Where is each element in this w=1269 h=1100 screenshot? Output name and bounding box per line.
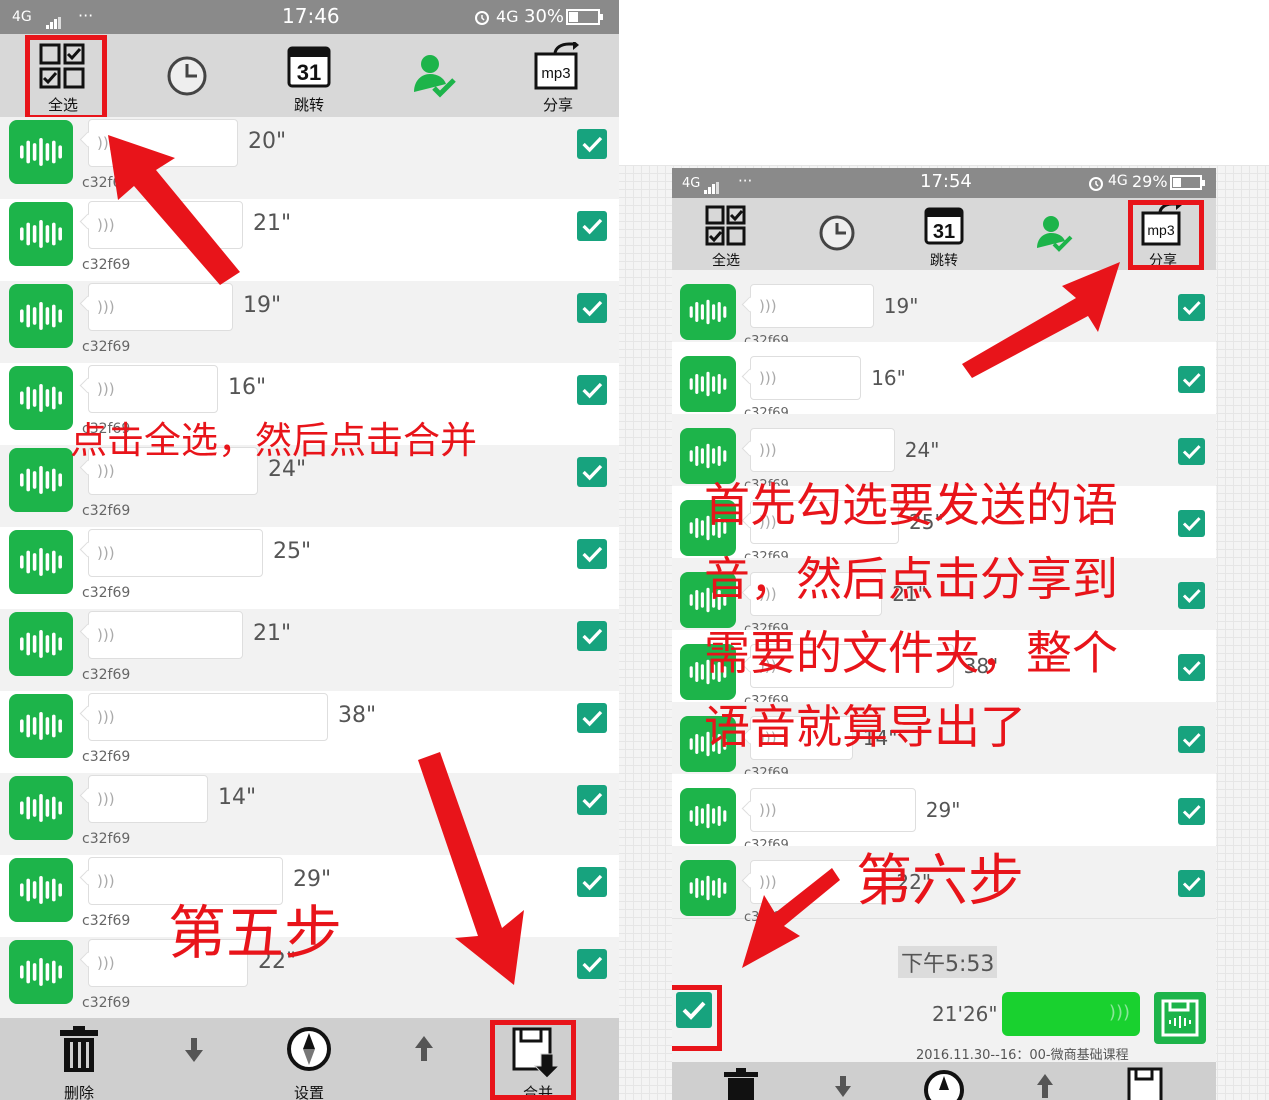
arrow-to-merge	[418, 752, 524, 985]
annotation-arrows	[108, 135, 1120, 985]
arrow-to-share	[962, 262, 1120, 378]
arrow-to-select-all	[108, 135, 240, 285]
arrow-to-merged-checkbox	[742, 868, 840, 968]
